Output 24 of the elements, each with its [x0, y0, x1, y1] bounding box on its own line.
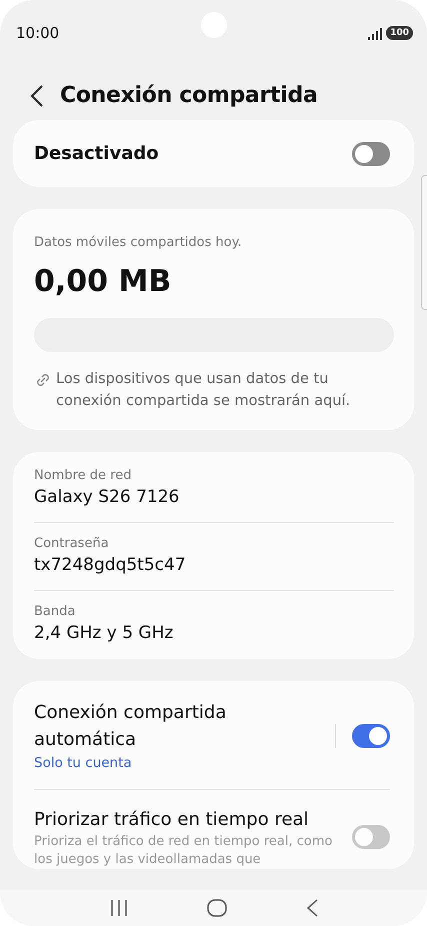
battery-level: 100 — [386, 26, 413, 40]
back-nav-icon[interactable] — [304, 898, 318, 918]
home-icon[interactable] — [206, 898, 228, 918]
page-title: Conexión compartida — [60, 82, 318, 110]
setting-description: Prioriza el tráfico de red en tiempo real, como los juegos y las videollamadas que — [34, 832, 334, 869]
field-value[interactable]: 2,4 GHz y 5 GHz — [34, 621, 394, 646]
field-value[interactable]: Galaxy S26 7126 — [34, 485, 394, 510]
toggle-switch[interactable] — [352, 142, 390, 166]
usage-caption: Datos móviles compartidos hoy. — [34, 234, 243, 252]
usage-note: Los dispositivos que usan datos de tu conexión compartida se mostrarán aquí. — [56, 370, 352, 410]
switch-label: Desactivado — [34, 142, 159, 166]
setting-title[interactable]: Conexión compartida automática — [34, 698, 320, 752]
toggle-switch[interactable] — [352, 724, 390, 748]
field-label: Banda — [34, 602, 76, 620]
setting-title[interactable]: Priorizar tráfico en tiempo real — [34, 806, 336, 833]
setting-subtitle: Solo tu cuenta — [34, 754, 133, 772]
field-label: Contraseña — [34, 534, 110, 552]
field-label: Nombre de red — [34, 466, 132, 484]
clock: 10:00 — [16, 22, 60, 44]
field-value[interactable]: tx7248gdq5t5c47 — [34, 553, 394, 578]
data-amount: 0,00 MB — [34, 262, 172, 300]
back-icon[interactable] — [30, 84, 44, 108]
toggle-switch[interactable] — [352, 825, 390, 850]
recents-icon[interactable] — [108, 899, 128, 917]
